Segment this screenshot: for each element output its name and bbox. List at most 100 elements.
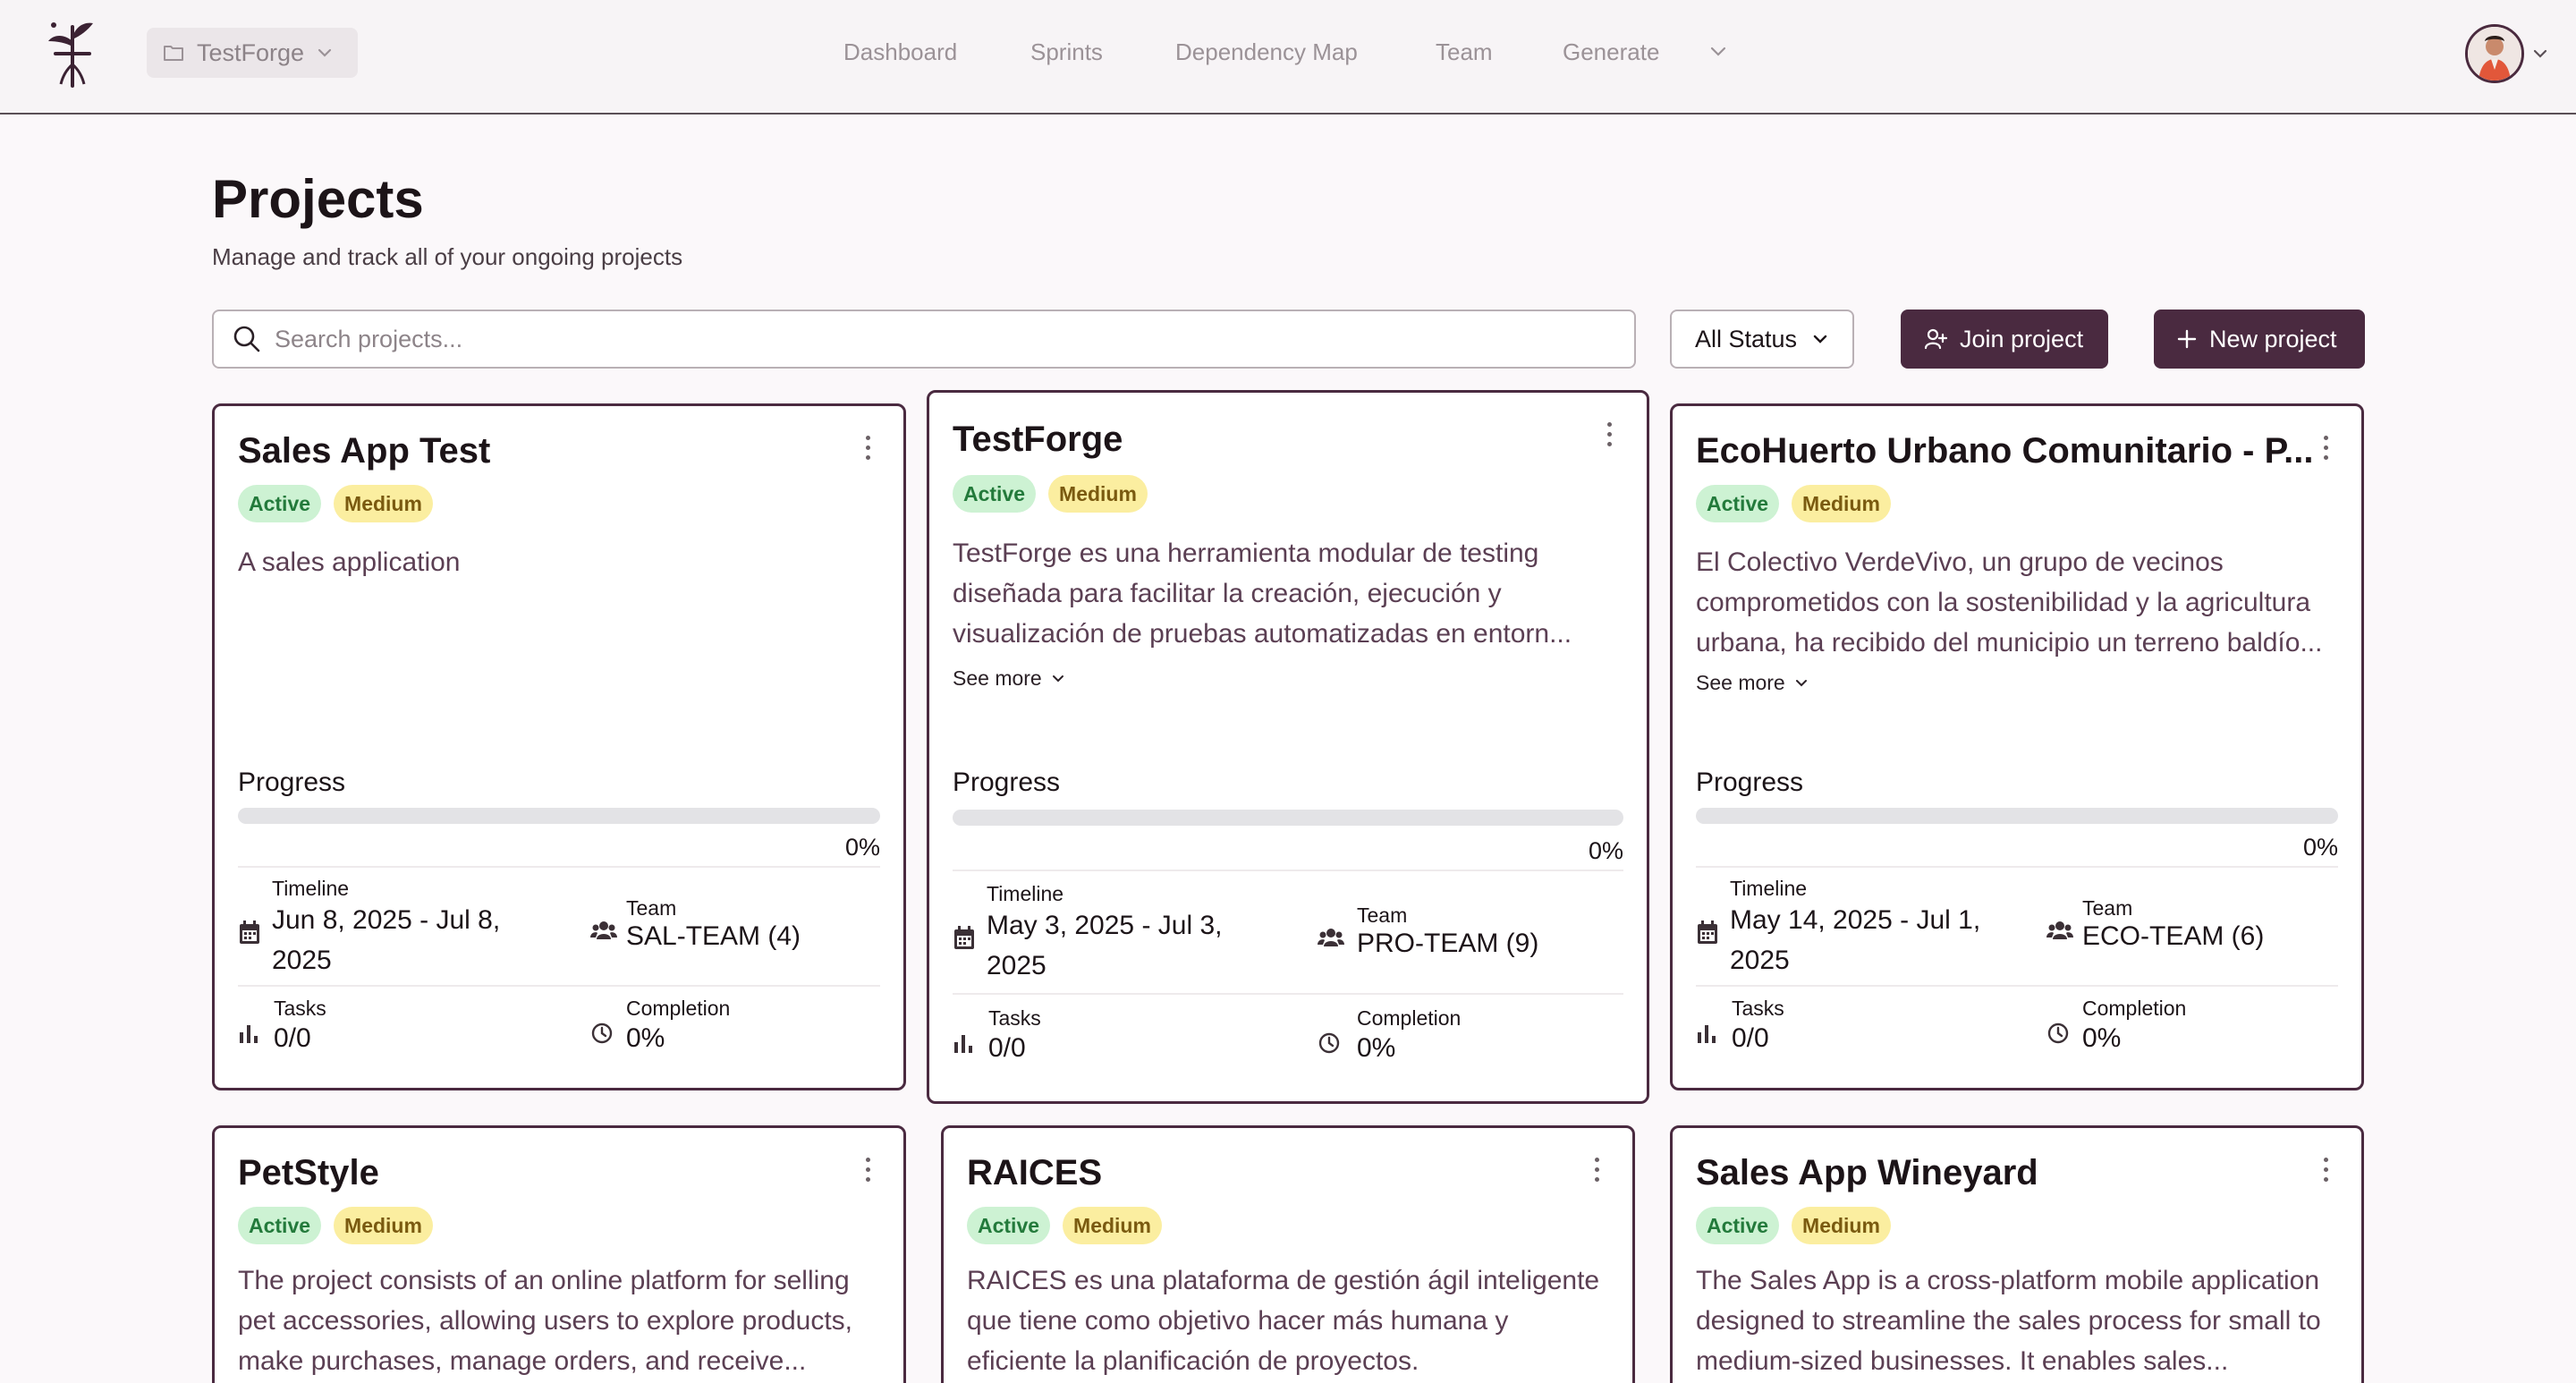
timeline-value: May 14, 2025 - Jul 1, 2025 [1730, 905, 1981, 975]
project-title: PetStyle [238, 1153, 379, 1192]
team-icon [1318, 929, 1344, 946]
project-card[interactable]: TestForge Active Medium TestForge es una… [927, 390, 1649, 1104]
project-description: TestForge es una herramienta modular de … [953, 539, 1572, 649]
status-badge: Active [967, 1207, 1051, 1244]
bar-chart-icon [240, 1025, 258, 1043]
calendar-icon [240, 921, 259, 944]
team-icon [2046, 921, 2073, 939]
team-value: PRO-TEAM (9) [1357, 929, 1539, 958]
nav-sprints[interactable]: Sprints [1030, 36, 1103, 68]
page-title: Projects [212, 169, 424, 229]
nav-dashboard[interactable]: Dashboard [843, 36, 957, 68]
status-badge: Active [1696, 1207, 1780, 1244]
tasks-value: 0/0 [988, 1033, 1026, 1063]
completion-label: Completion [626, 997, 731, 1020]
more-options-icon[interactable] [859, 433, 877, 463]
user-plus-icon [1924, 328, 1947, 350]
team-value: ECO-TEAM (6) [2082, 921, 2265, 951]
priority-badge: Medium [1048, 475, 1148, 513]
search-box [212, 310, 1636, 369]
timeline-label: Timeline [272, 877, 350, 900]
join-project-label: Join project [1960, 325, 2084, 352]
calendar-icon [954, 926, 974, 949]
join-project-button[interactable]: Join project [1901, 310, 2108, 369]
timeline-label: Timeline [1730, 877, 1808, 900]
nav-generate[interactable]: Generate [1563, 36, 1659, 68]
project-title: Sales App Wineyard [1696, 1153, 2038, 1192]
more-options-icon[interactable] [1588, 1155, 1606, 1185]
project-card[interactable]: Sales App Wineyard Active Medium The Sal… [1670, 1125, 2364, 1383]
project-title: RAICES [967, 1153, 1103, 1192]
more-options-icon[interactable] [859, 1155, 877, 1185]
more-options-icon[interactable] [1600, 420, 1618, 450]
project-card[interactable]: Sales App Test Active Medium A sales app… [212, 403, 906, 1090]
progress-label: Progress [1696, 768, 1804, 797]
progress-percent: 0% [844, 834, 880, 861]
project-title: Sales App Test [238, 431, 491, 471]
status-badge: Active [238, 1207, 322, 1244]
avatar-image [2468, 27, 2521, 81]
clock-icon [591, 1022, 613, 1044]
nav-team[interactable]: Team [1436, 36, 1493, 68]
see-more-label: See more [953, 666, 1042, 690]
chevron-down-icon [1795, 679, 1807, 686]
project-card[interactable]: EcoHuerto Urbano Comunitario - P... Acti… [1670, 403, 2364, 1090]
project-title: TestForge [953, 420, 1123, 459]
tasks-label: Tasks [1732, 997, 1784, 1020]
status-badge: Active [1696, 485, 1780, 522]
project-description: RAICES es una plataforma de gestión ágil… [967, 1266, 1600, 1376]
team-icon [590, 921, 617, 939]
timeline-value: May 3, 2025 - Jul 3, 2025 [987, 911, 1223, 980]
chevron-down-icon [1813, 335, 1827, 344]
progress-bar [238, 808, 880, 824]
main-nav: Dashboard Sprints Dependency Map Team Ge… [0, 36, 2576, 68]
project-card[interactable]: RAICES Active Medium RAICES es una plata… [941, 1125, 1635, 1383]
see-more-toggle[interactable]: See more [953, 666, 1065, 691]
timeline-value: Jun 8, 2025 - Jul 8, 2025 [272, 905, 501, 975]
plus-icon [2177, 329, 2197, 349]
nav-dependency-map[interactable]: Dependency Map [1175, 36, 1358, 68]
completion-value: 0% [2082, 1023, 2122, 1053]
clock-icon [1318, 1032, 1340, 1054]
completion-label: Completion [1357, 1006, 1462, 1030]
top-navigation-bar: TestForge Dashboard Sprints Dependency M… [0, 0, 2576, 115]
completion-value: 0% [1357, 1033, 1396, 1063]
progress-label: Progress [238, 768, 346, 797]
project-card[interactable]: PetStyle Active Medium The project consi… [212, 1125, 906, 1383]
calendar-icon [1698, 921, 1717, 944]
tasks-value: 0/0 [1732, 1023, 1769, 1053]
project-description: A sales application [238, 547, 461, 577]
page-subtitle: Manage and track all of your ongoing pro… [212, 243, 683, 270]
progress-percent: 0% [2302, 834, 2338, 861]
more-nav-chevron-icon[interactable] [1708, 40, 1728, 64]
progress-bar [1696, 808, 2338, 824]
tasks-label: Tasks [274, 997, 326, 1020]
status-filter-value: All Status [1695, 325, 1798, 352]
team-value: SAL-TEAM (4) [626, 921, 801, 951]
new-project-button[interactable]: New project [2154, 310, 2365, 369]
tasks-value: 0/0 [274, 1023, 311, 1053]
bar-chart-icon [954, 1035, 972, 1053]
status-filter-select[interactable]: All Status [1670, 310, 1854, 369]
completion-value: 0% [626, 1023, 665, 1053]
see-more-toggle[interactable]: See more [1696, 671, 1809, 695]
avatar-chevron-down-icon[interactable] [2531, 43, 2549, 64]
more-options-icon[interactable] [2317, 433, 2334, 463]
priority-badge: Medium [1792, 485, 1891, 522]
bar-chart-icon [1698, 1025, 1716, 1043]
priority-badge: Medium [334, 485, 433, 522]
clock-icon [2047, 1022, 2069, 1044]
more-options-icon[interactable] [2317, 1155, 2334, 1185]
progress-label: Progress [953, 768, 1061, 797]
search-input[interactable] [275, 325, 1598, 353]
user-avatar[interactable] [2465, 24, 2524, 83]
status-badge: Active [953, 475, 1037, 513]
priority-badge: Medium [1792, 1207, 1891, 1244]
priority-badge: Medium [334, 1207, 433, 1244]
tasks-label: Tasks [988, 1006, 1041, 1030]
timeline-label: Timeline [987, 882, 1064, 905]
completion-label: Completion [2082, 997, 2187, 1020]
search-icon [233, 326, 260, 352]
progress-bar [953, 810, 1623, 826]
project-description: The project consists of an online platfo… [238, 1266, 853, 1376]
